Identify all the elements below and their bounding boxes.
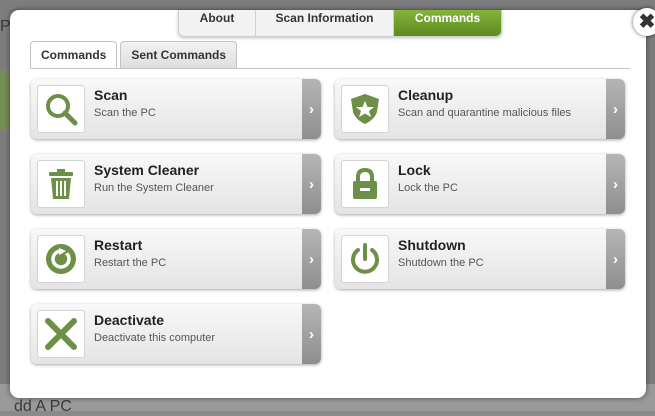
commands-dialog: About Scan Information Commands ✖ Comman… <box>10 8 655 398</box>
top-tab-bar: About Scan Information Commands <box>178 10 502 37</box>
command-title: System Cleaner <box>94 162 200 178</box>
chevron-right-icon: › <box>302 229 321 289</box>
command-title: Shutdown <box>398 237 466 253</box>
command-scan[interactable]: Scan Scan the PC › <box>31 79 321 139</box>
command-description: Shutdown the PC <box>398 257 484 269</box>
chevron-right-icon: › <box>606 229 625 289</box>
tab-label: Commands <box>414 11 481 25</box>
tab-divider <box>30 68 630 69</box>
command-description: Restart the PC <box>94 257 167 269</box>
command-cleanup[interactable]: Cleanup Scan and quarantine malicious fi… <box>335 79 625 139</box>
subtab-commands[interactable]: Commands <box>30 41 118 69</box>
padlock-icon <box>341 160 389 208</box>
sub-tab-bar: Commands Sent Commands <box>30 41 240 69</box>
command-title: Scan <box>94 87 128 103</box>
command-description: Scan the PC <box>94 107 156 119</box>
x-icon <box>37 310 85 358</box>
command-title: Restart <box>94 237 143 253</box>
command-title: Cleanup <box>398 87 454 103</box>
tab-about[interactable]: About <box>179 10 256 36</box>
command-system-cleaner[interactable]: System Cleaner Run the System Cleaner › <box>31 154 321 214</box>
chevron-right-icon: › <box>302 79 321 139</box>
tab-scan-information[interactable]: Scan Information <box>256 10 394 36</box>
tab-label: About <box>199 11 235 25</box>
close-icon: ✖ <box>638 11 655 33</box>
trash-can-icon <box>37 160 85 208</box>
chevron-right-icon: › <box>302 304 321 364</box>
command-description: Scan and quarantine malicious files <box>398 107 572 119</box>
chevron-right-icon: › <box>606 79 625 139</box>
command-description: Run the System Cleaner <box>94 182 214 194</box>
chevron-right-icon: › <box>606 154 625 214</box>
subtab-sent-commands[interactable]: Sent Commands <box>120 41 238 68</box>
background-text-bottom: dd A PC <box>14 398 72 415</box>
command-title: Deactivate <box>94 312 165 328</box>
close-button[interactable]: ✖ <box>633 8 655 36</box>
shield-star-icon <box>341 85 389 133</box>
command-description: Deactivate this computer <box>94 332 216 344</box>
power-icon <box>341 235 389 283</box>
command-shutdown[interactable]: Shutdown Shutdown the PC › <box>335 229 625 289</box>
subtab-label: Sent Commands <box>131 48 227 62</box>
subtab-label: Commands <box>41 48 107 62</box>
command-lock[interactable]: Lock Lock the PC › <box>335 154 625 214</box>
tab-commands[interactable]: Commands <box>394 10 501 36</box>
chevron-right-icon: › <box>302 154 321 214</box>
tab-label: Scan Information <box>275 11 374 25</box>
command-deactivate[interactable]: Deactivate Deactivate this computer › <box>31 304 321 364</box>
magnifier-icon <box>37 85 85 133</box>
command-restart[interactable]: Restart Restart the PC › <box>31 229 321 289</box>
restart-icon <box>37 235 85 283</box>
command-description: Lock the PC <box>398 182 458 194</box>
command-title: Lock <box>398 162 431 178</box>
